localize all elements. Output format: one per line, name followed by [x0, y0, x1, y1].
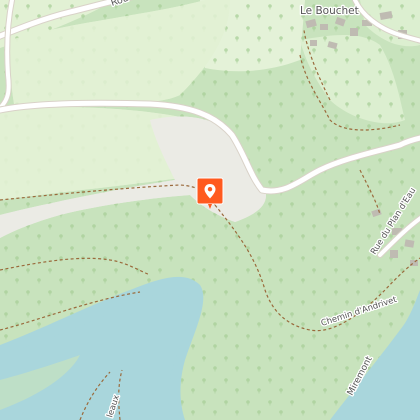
- location-marker[interactable]: [196, 177, 224, 209]
- map-view[interactable]: Rou Le Bouchet Rue du Plan d'Eau Chemin …: [0, 0, 420, 420]
- map-canvas[interactable]: Rou Le Bouchet Rue du Plan d'Eau Chemin …: [0, 0, 420, 420]
- place-label-le-bouchet: Le Bouchet: [300, 5, 359, 17]
